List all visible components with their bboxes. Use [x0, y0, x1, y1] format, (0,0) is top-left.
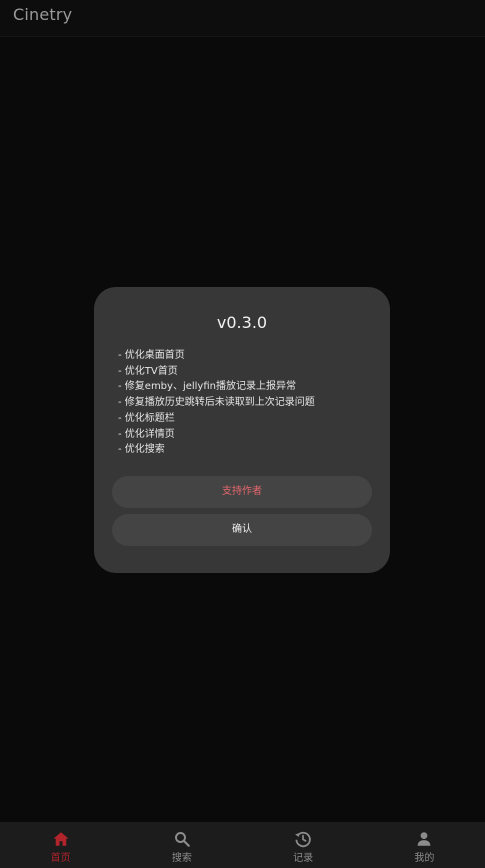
bottom-navigation: 首页 搜索 记录 我的	[0, 822, 485, 868]
support-author-button[interactable]: 支持作者	[112, 476, 372, 508]
person-icon	[415, 830, 433, 848]
changelog-item: - 优化搜索	[118, 444, 165, 456]
changelog-list: - 优化桌面首页 - 优化TV首页 - 修复emby、jellyfin播放记录上…	[118, 348, 315, 458]
changelog-item: - 优化桌面首页	[118, 350, 185, 361]
changelog-item: - 优化标题栏	[118, 412, 175, 424]
changelog-item: - 修复emby、jellyfin播放记录上报异常	[118, 381, 296, 393]
nav-label: 首页	[50, 853, 71, 864]
confirm-button[interactable]: 确认	[112, 514, 372, 546]
nav-item-history[interactable]: 记录	[243, 822, 364, 868]
nav-item-home[interactable]: 首页	[0, 822, 121, 868]
home-icon	[52, 830, 70, 848]
changelog-item: - 修复播放历史跳转后未读取到上次记录问题	[118, 397, 315, 409]
app-title: Cinetry	[13, 5, 73, 24]
changelog-item: - 优化详情页	[118, 428, 175, 440]
app-root: Cinetry v0.3.0 - 优化桌面首页 - 优化TV首页 - 修复emb…	[0, 0, 485, 868]
changelog-item: - 优化TV首页	[118, 365, 178, 377]
nav-item-search[interactable]: 搜索	[121, 822, 242, 868]
search-icon	[173, 830, 191, 848]
nav-label: 我的	[414, 853, 435, 864]
nav-label: 搜索	[171, 853, 192, 864]
version-title: v0.3.0	[216, 313, 268, 332]
top-app-bar: Cinetry	[0, 0, 485, 37]
nav-item-profile[interactable]: 我的	[364, 822, 485, 868]
history-icon	[294, 830, 312, 848]
update-dialog: v0.3.0 - 优化桌面首页 - 优化TV首页 - 修复emby、jellyf…	[94, 287, 390, 573]
nav-label: 记录	[293, 853, 314, 864]
